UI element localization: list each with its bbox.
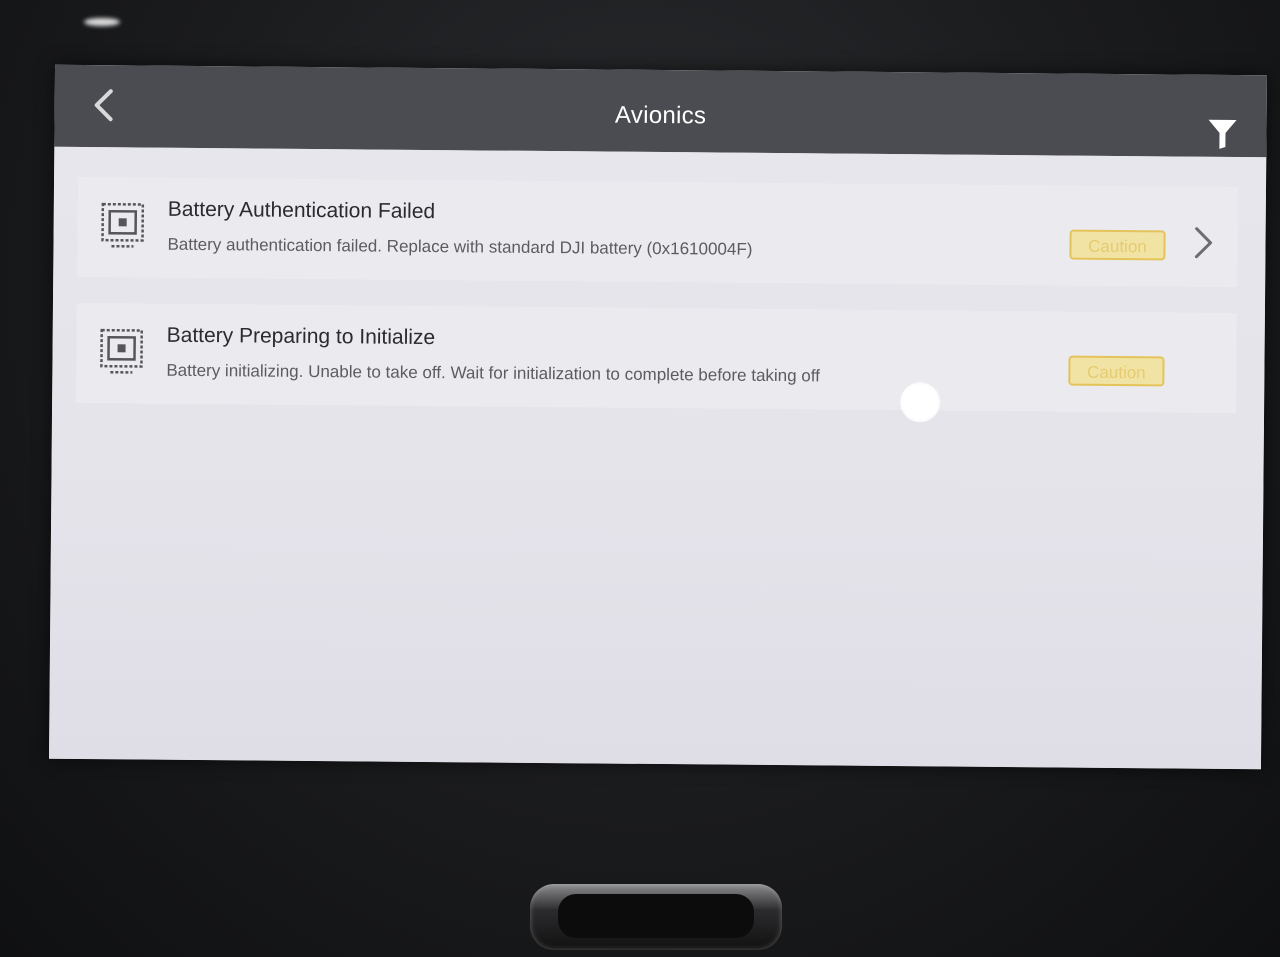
home-button-inner bbox=[558, 894, 754, 938]
alert-list: Battery Authentication Failed Battery au… bbox=[48, 146, 1267, 770]
filter-button[interactable] bbox=[1206, 117, 1238, 151]
filter-icon bbox=[1208, 119, 1237, 149]
screen: Avionics Battery Authentication Failed B… bbox=[48, 64, 1268, 770]
alert-title: Battery Authentication Failed bbox=[167, 197, 436, 224]
page-title: Avionics bbox=[614, 101, 707, 130]
screen-glare bbox=[899, 382, 941, 423]
chevron-right-icon[interactable] bbox=[1191, 225, 1215, 261]
device-frame: Avionics Battery Authentication Failed B… bbox=[0, 0, 1280, 957]
alert-item-battery-authentication[interactable]: Battery Authentication Failed Battery au… bbox=[77, 176, 1239, 288]
caution-badge: Caution bbox=[1069, 229, 1166, 261]
bezel-reflection bbox=[84, 18, 120, 26]
battery-module-icon bbox=[100, 328, 143, 374]
caution-badge: Caution bbox=[1068, 355, 1165, 387]
home-button[interactable] bbox=[530, 884, 782, 950]
battery-module-icon bbox=[101, 202, 145, 248]
title-bar: Avionics bbox=[54, 64, 1268, 158]
alert-item-battery-initializing[interactable]: Battery Preparing to Initialize Battery … bbox=[76, 302, 1237, 414]
alert-description: Battery initializing. Unable to take off… bbox=[166, 360, 821, 386]
alert-title: Battery Preparing to Initialize bbox=[166, 323, 436, 350]
alert-description: Battery authentication failed. Replace w… bbox=[167, 234, 753, 259]
